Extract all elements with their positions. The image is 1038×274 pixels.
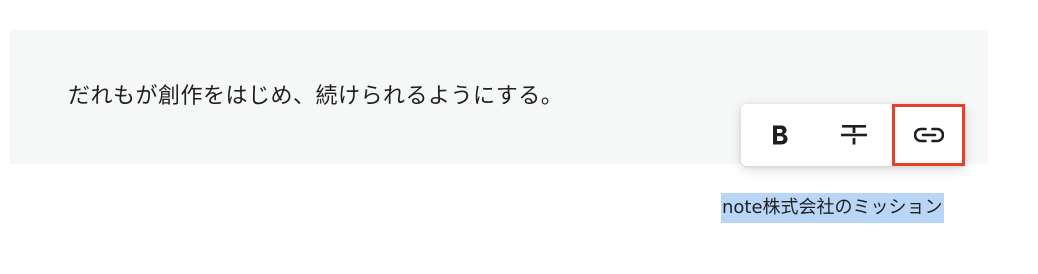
text-format-toolbar	[741, 104, 965, 166]
selected-caption[interactable]: note株式会社のミッション	[721, 193, 944, 223]
bold-icon	[773, 125, 788, 145]
strikethrough-icon	[841, 125, 867, 145]
quote-text[interactable]: だれもが創作をはじめ、続けられるようにする。	[68, 82, 563, 112]
link-icon	[913, 127, 944, 143]
bold-button[interactable]	[743, 104, 817, 166]
link-button[interactable]	[892, 104, 965, 166]
strikethrough-button[interactable]	[817, 104, 891, 166]
